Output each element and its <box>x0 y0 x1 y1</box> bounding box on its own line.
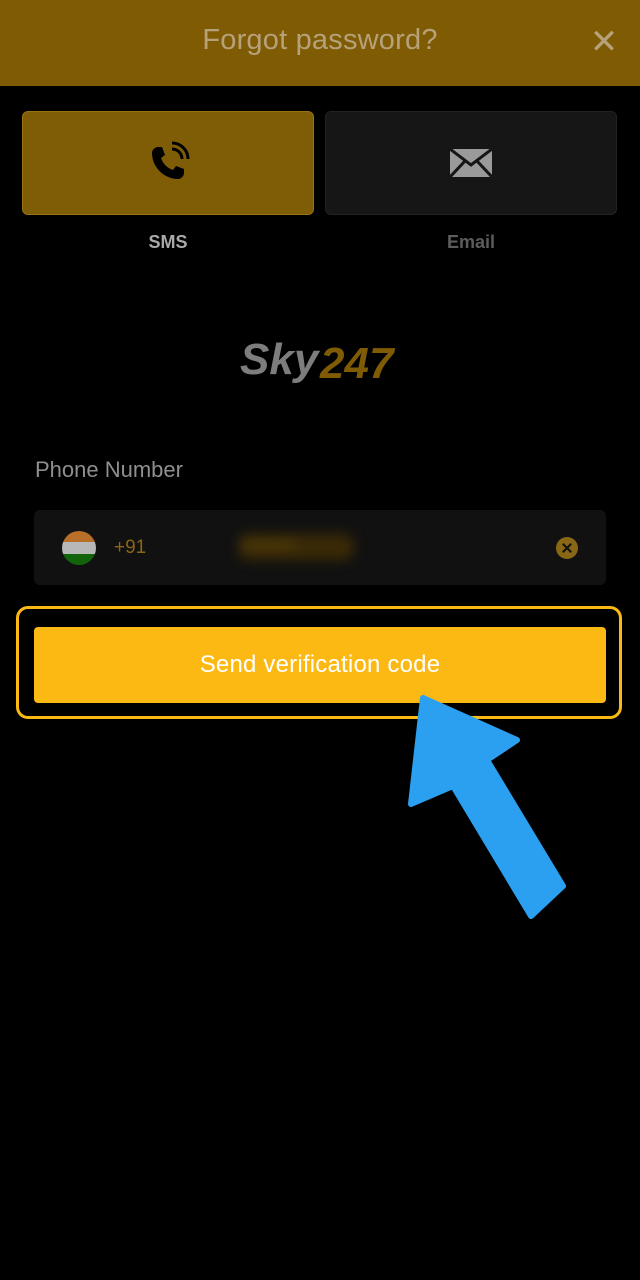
close-icon[interactable]: ✕ <box>588 25 620 59</box>
phone-number-label: Phone Number <box>35 457 183 482</box>
phone-icon <box>152 141 190 179</box>
brand-logo: Sky 247 <box>240 335 396 388</box>
envelope-icon <box>450 149 492 177</box>
page-title: Forgot password? <box>202 24 438 56</box>
phone-value[interactable]: •••••••• <box>239 534 354 560</box>
tab-sms[interactable] <box>22 111 314 215</box>
pointer-arrow-icon <box>408 695 566 919</box>
phone-input[interactable]: +91 •••••••• <box>34 510 606 585</box>
tab-sms-label: SMS <box>148 232 188 252</box>
tab-email-label: Email <box>446 232 496 252</box>
country-code[interactable]: +91 <box>114 537 146 559</box>
svg-text:247: 247 <box>319 339 396 388</box>
clear-input-icon[interactable] <box>556 537 578 559</box>
tab-email[interactable] <box>325 111 617 215</box>
header-bar: Forgot password? ✕ <box>0 0 640 86</box>
svg-text:Sky: Sky <box>240 335 321 384</box>
india-flag-icon[interactable] <box>62 531 96 565</box>
